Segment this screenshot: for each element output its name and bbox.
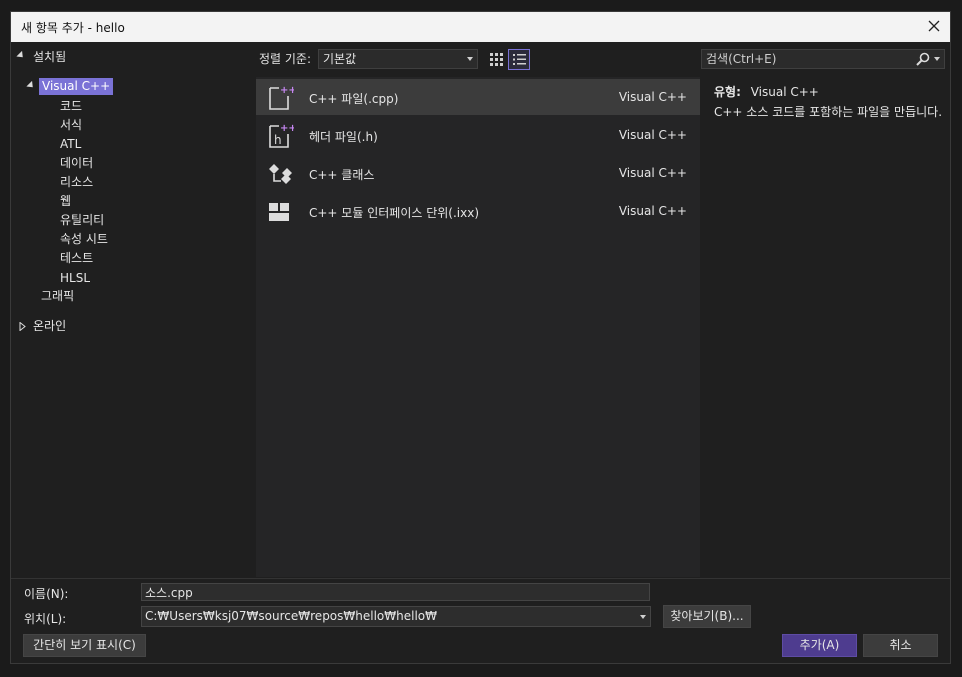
chevron-down-icon [640, 615, 646, 619]
location-label: 위치(L): [24, 612, 67, 626]
sort-dropdown[interactable]: 기본값 [318, 49, 478, 69]
template-item-module[interactable]: C++ 모듈 인터페이스 단위(.ixx) Visual C++ [256, 193, 700, 229]
expand-arrow-icon [26, 80, 36, 91]
svg-text:h: h [274, 133, 282, 147]
bottom-panel: 이름(N): 위치(L): C:₩Users₩ksj07₩source₩repo… [11, 578, 950, 663]
tree-item-online[interactable]: 온라인 [11, 317, 251, 335]
svg-text:++: ++ [280, 123, 294, 134]
chevron-down-icon[interactable] [934, 57, 940, 61]
tree-item-property-sheet[interactable]: 속성 시트 [60, 230, 108, 248]
tree-item-resource[interactable]: 리소스 [60, 173, 93, 191]
description-text: C++ 소스 코드를 포함하는 파일을 만듭니다. [714, 105, 943, 119]
browse-button[interactable]: 찾아보기(B)... [663, 605, 751, 628]
grid-view-button[interactable] [486, 49, 506, 69]
tree-item-label: Visual C++ [39, 78, 114, 95]
svg-text:++: ++ [280, 85, 294, 96]
title-bar: 새 항목 추가 - hello [11, 12, 950, 42]
window-title: 새 항목 추가 - hello [21, 21, 125, 35]
module-icon [269, 203, 289, 221]
tree-item-visual-cpp[interactable]: Visual C++ [11, 78, 251, 96]
compact-view-button[interactable]: 간단히 보기 표시(C) [23, 634, 146, 657]
description-type: 유형: Visual C++ [714, 85, 819, 99]
expand-arrow-icon [16, 50, 26, 61]
template-item-cpp[interactable]: ++ C++ 파일(.cpp) Visual C++ [256, 79, 700, 115]
tree-item-hlsl[interactable]: HLSL [60, 269, 90, 287]
tree-item-utility[interactable]: 유틸리티 [60, 211, 104, 229]
add-new-item-dialog: 새 항목 추가 - hello 설치됨 Visual C++ 코드 서식 ATL… [10, 11, 951, 664]
name-label: 이름(N): [24, 587, 69, 601]
sort-label: 정렬 기준: [259, 52, 312, 66]
template-item-class[interactable]: C++ 클래스 Visual C++ [256, 155, 700, 191]
search-input[interactable] [702, 50, 912, 68]
template-item-header[interactable]: h ++ 헤더 파일(.h) Visual C++ [256, 117, 700, 153]
tree-item-code[interactable]: 코드 [60, 97, 82, 115]
collapsed-arrow-icon [19, 322, 26, 331]
tree-item-template[interactable]: 서식 [60, 116, 82, 134]
header-file-icon: h ++ [269, 123, 294, 148]
tree-item-installed[interactable]: 설치됨 [11, 48, 251, 66]
grid-icon [489, 52, 503, 66]
add-button[interactable]: 추가(A) [782, 634, 857, 657]
list-icon [512, 54, 526, 65]
tree-item-graphics[interactable]: 그래픽 [41, 287, 74, 305]
close-icon [928, 20, 940, 32]
cancel-button[interactable]: 취소 [863, 634, 938, 657]
search-icon[interactable] [916, 52, 930, 66]
tree-item-data[interactable]: 데이터 [60, 154, 93, 172]
class-icon [269, 164, 292, 184]
close-button[interactable] [924, 16, 944, 36]
search-box [701, 49, 945, 69]
tree-item-web[interactable]: 웹 [60, 192, 71, 210]
name-input[interactable] [141, 583, 650, 601]
cpp-file-icon: ++ [269, 85, 294, 110]
category-tree: 설치됨 Visual C++ 코드 서식 ATL 데이터 리소스 웹 유틸리티 … [11, 43, 255, 577]
chevron-down-icon [467, 57, 473, 61]
template-list: ++ C++ 파일(.cpp) Visual C++ h ++ 헤더 파일(.h… [256, 77, 700, 577]
tree-item-atl[interactable]: ATL [60, 135, 81, 153]
location-dropdown[interactable]: C:₩Users₩ksj07₩source₩repos₩hello₩hello₩ [141, 606, 651, 627]
tree-item-test[interactable]: 테스트 [60, 249, 93, 267]
list-view-button[interactable] [508, 49, 530, 70]
